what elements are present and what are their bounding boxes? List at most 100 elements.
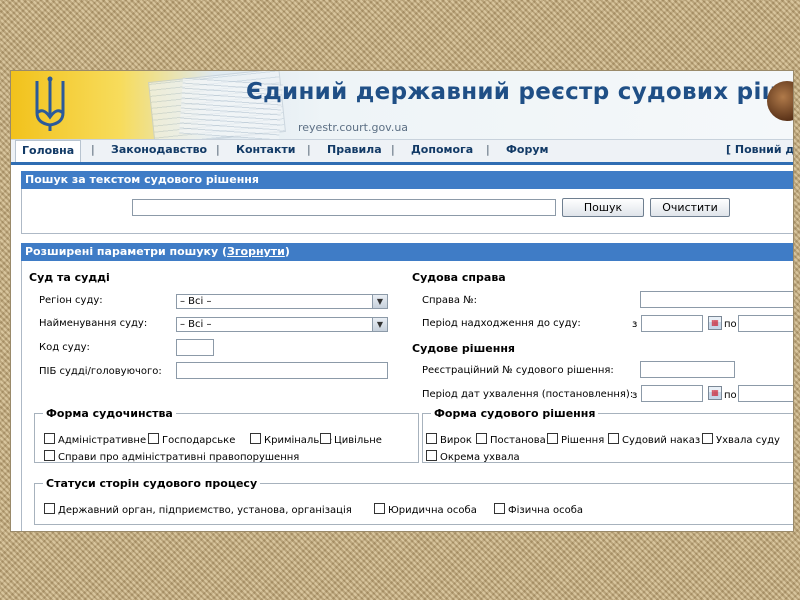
checkbox-icon[interactable] bbox=[374, 503, 385, 514]
adoption-from-label: з bbox=[632, 390, 638, 401]
collapse-link[interactable]: Згорнути bbox=[227, 245, 285, 258]
case-number-label: Справа №: bbox=[422, 295, 477, 306]
region-label: Регіон суду: bbox=[39, 295, 103, 306]
checkbox-icon[interactable] bbox=[702, 433, 713, 444]
receipt-to-input[interactable] bbox=[738, 315, 793, 332]
calendar-icon[interactable]: ▦ bbox=[708, 386, 722, 400]
checkbox-icon[interactable] bbox=[250, 433, 261, 444]
checkbox-label: Державний орган, підприємство, установа,… bbox=[58, 505, 352, 516]
checkbox-separate-ruling[interactable]: Окрема ухвала bbox=[426, 450, 520, 463]
receipt-period-label: Період надходження до суду: bbox=[422, 318, 581, 329]
receipt-from-label: з bbox=[632, 319, 638, 330]
decision-form-legend: Форма судового рішення bbox=[434, 407, 596, 420]
case-section-title: Судова справа bbox=[412, 271, 506, 284]
advanced-search-title: Розширені параметри пошуку ( bbox=[25, 245, 227, 258]
checkbox-state-body[interactable]: Державний орган, підприємство, установа,… bbox=[44, 503, 352, 516]
decision-reg-input[interactable] bbox=[640, 361, 735, 378]
checkbox-label: Окрема ухвала bbox=[440, 452, 520, 463]
checkbox-icon[interactable] bbox=[426, 450, 437, 461]
checkbox-icon[interactable] bbox=[476, 433, 487, 444]
adoption-to-input[interactable] bbox=[738, 385, 793, 402]
court-name-value: – Всі – bbox=[180, 319, 212, 330]
chevron-down-icon[interactable]: ▼ bbox=[372, 318, 387, 331]
checkbox-label: Фізична особа bbox=[508, 505, 583, 516]
nav-legislation[interactable]: Законодавство bbox=[111, 143, 207, 156]
checkbox-label: Юридична особа bbox=[388, 505, 477, 516]
site-banner: Єдиний державний реєстр судових рішень r… bbox=[11, 71, 793, 139]
nav-rules[interactable]: Правила bbox=[327, 143, 382, 156]
proceedings-form-legend: Форма судочинства bbox=[46, 407, 173, 420]
checkbox-resolution[interactable]: Постанова bbox=[476, 433, 546, 446]
gavel-icon bbox=[767, 81, 793, 121]
advanced-search-panel: Суд та судді Регіон суду: – Всі – ▼ Найм… bbox=[21, 261, 793, 531]
receipt-to-label: по bbox=[724, 319, 737, 330]
party-status-group: Статуси сторін судового процесу bbox=[34, 477, 793, 525]
nav-forum[interactable]: Форум bbox=[506, 143, 549, 156]
checkbox-admin-offenses[interactable]: Справи про адміністративні правопорушенн… bbox=[44, 450, 299, 463]
checkbox-icon[interactable] bbox=[44, 503, 55, 514]
checkbox-civil[interactable]: Цивільне bbox=[320, 433, 382, 446]
adoption-period-label: Період дат ухвалення (постановлення): bbox=[422, 389, 634, 400]
nav-separator: | bbox=[391, 143, 395, 156]
nav-separator: | bbox=[486, 143, 490, 156]
checkbox-icon[interactable] bbox=[148, 433, 159, 444]
checkbox-label: Постанова bbox=[490, 435, 546, 446]
court-code-label: Код суду: bbox=[39, 342, 90, 353]
checkbox-icon[interactable] bbox=[44, 450, 55, 461]
checkbox-label: Цивільне bbox=[334, 435, 382, 446]
receipt-from-input[interactable] bbox=[641, 315, 703, 332]
checkbox-label: Справи про адміністративні правопорушенн… bbox=[58, 452, 300, 463]
checkbox-label: Ухвала суду bbox=[716, 435, 780, 446]
adoption-from-input[interactable] bbox=[641, 385, 703, 402]
nav-separator: | bbox=[307, 143, 311, 156]
checkbox-legal-entity[interactable]: Юридична особа bbox=[374, 503, 477, 516]
calendar-icon[interactable]: ▦ bbox=[708, 316, 722, 330]
checkbox-ruling[interactable]: Ухвала суду bbox=[702, 433, 780, 446]
checkbox-label: Адміністративне bbox=[58, 435, 147, 446]
site-title: Єдиний державний реєстр судових рішень bbox=[246, 79, 793, 105]
clear-button[interactable]: Очистити bbox=[650, 198, 730, 217]
nav-separator: | bbox=[216, 143, 220, 156]
judge-label: ПІБ судді/головуючого: bbox=[39, 366, 162, 377]
court-section-title: Суд та судді bbox=[29, 271, 110, 284]
site-url: reyestr.court.gov.ua bbox=[298, 121, 409, 134]
decision-section-title: Судове рішення bbox=[412, 342, 515, 355]
nav-home[interactable]: Головна bbox=[15, 140, 82, 162]
case-number-input[interactable] bbox=[640, 291, 793, 308]
nav-separator: | bbox=[91, 143, 95, 156]
decision-reg-label: Реєстраційний № судового рішення: bbox=[422, 365, 614, 376]
court-code-input[interactable] bbox=[176, 339, 214, 356]
checkbox-label: Судовий наказ bbox=[622, 435, 701, 446]
checkbox-icon[interactable] bbox=[494, 503, 505, 514]
checkbox-label: Рішення bbox=[561, 435, 605, 446]
checkbox-icon[interactable] bbox=[44, 433, 55, 444]
checkbox-icon[interactable] bbox=[608, 433, 619, 444]
text-search-header: Пошук за текстом судового рішення bbox=[21, 171, 793, 189]
advanced-search-header: Розширені параметри пошуку (Згорнути) bbox=[21, 243, 793, 261]
trident-emblem-icon bbox=[35, 76, 65, 131]
judge-input[interactable] bbox=[176, 362, 388, 379]
party-status-legend: Статуси сторін судового процесу bbox=[46, 477, 258, 490]
checkbox-decision[interactable]: Рішення bbox=[547, 433, 604, 446]
checkbox-icon[interactable] bbox=[426, 433, 437, 444]
region-value: – Всі – bbox=[180, 296, 212, 307]
text-search-panel: Пошук Очистити bbox=[21, 189, 793, 234]
checkbox-court-order[interactable]: Судовий наказ bbox=[608, 433, 700, 446]
checkbox-administrative[interactable]: Адміністративне bbox=[44, 433, 146, 446]
nav-contacts[interactable]: Контакти bbox=[236, 143, 296, 156]
nav-help[interactable]: Допомога bbox=[411, 143, 473, 156]
search-input[interactable] bbox=[132, 199, 556, 216]
search-button[interactable]: Пошук bbox=[562, 198, 644, 217]
checkbox-label: Вирок bbox=[440, 435, 472, 446]
checkbox-icon[interactable] bbox=[320, 433, 331, 444]
court-name-select[interactable]: – Всі – ▼ bbox=[176, 317, 388, 332]
checkbox-icon[interactable] bbox=[547, 433, 558, 444]
checkbox-verdict[interactable]: Вирок bbox=[426, 433, 472, 446]
browser-screenshot: Єдиний державний реєстр судових рішень r… bbox=[10, 70, 794, 532]
checkbox-individual[interactable]: Фізична особа bbox=[494, 503, 583, 516]
region-select[interactable]: – Всі – ▼ bbox=[176, 294, 388, 309]
nav-full-version[interactable]: [ Повний до bbox=[726, 143, 793, 156]
adoption-to-label: по bbox=[724, 390, 737, 401]
checkbox-commercial[interactable]: Господарське bbox=[148, 433, 235, 446]
chevron-down-icon[interactable]: ▼ bbox=[372, 295, 387, 308]
